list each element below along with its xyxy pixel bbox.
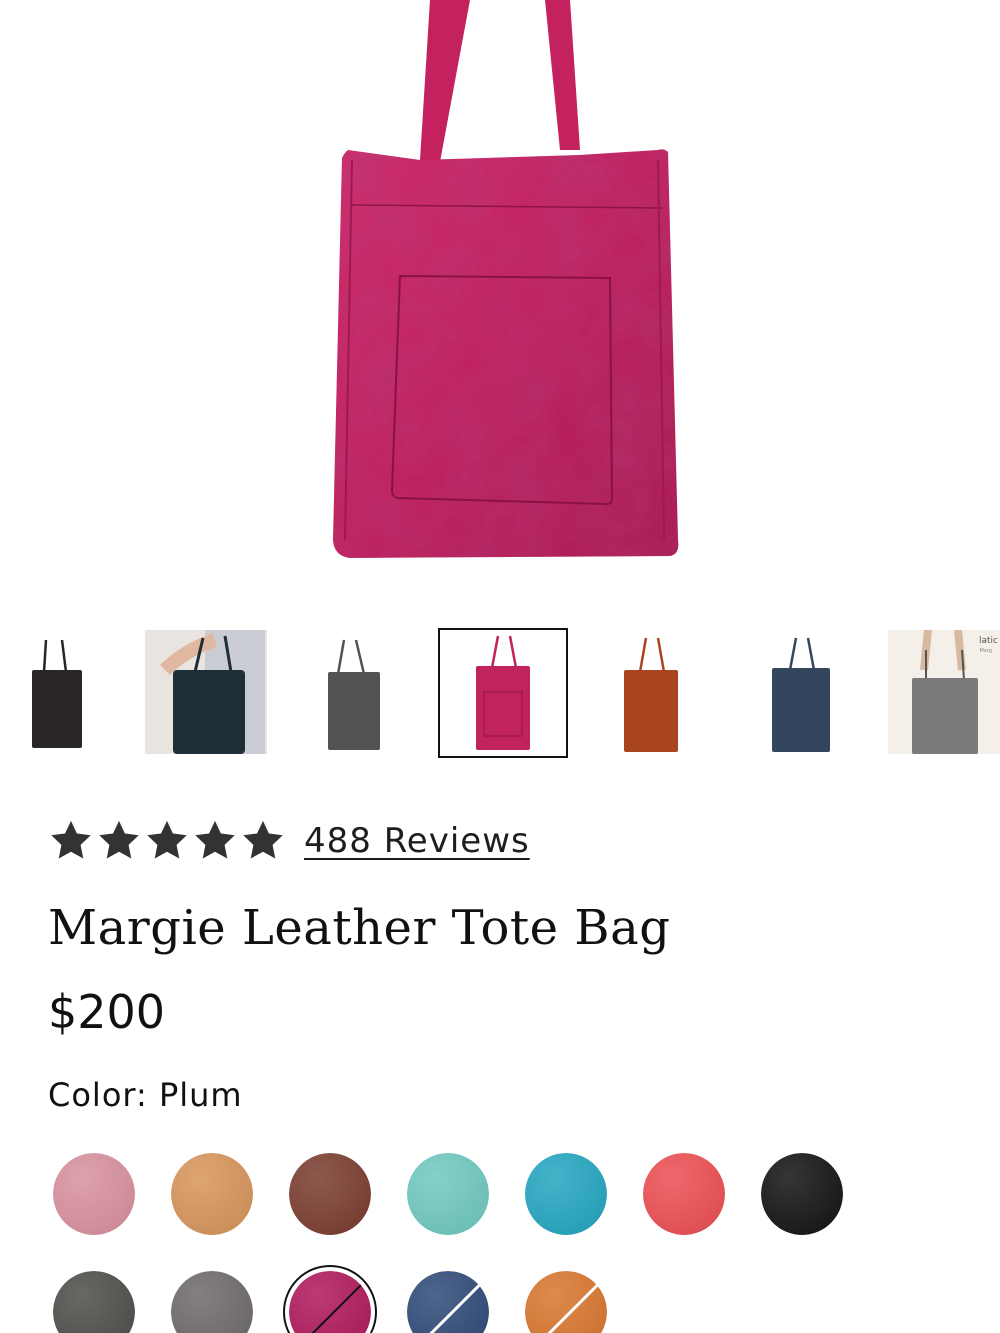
swatch-plum[interactable]: [283, 1265, 377, 1333]
black-tote-thumbnail: [0, 630, 122, 754]
swatch-teal[interactable]: [525, 1153, 607, 1235]
rust-tote-thumbnail: [590, 630, 712, 754]
swatch-orange[interactable]: [525, 1271, 607, 1333]
thumbnail-gray[interactable]: [290, 630, 412, 754]
navy-tote-thumbnail: [738, 630, 860, 754]
thumbnail-caption: latic: [979, 636, 998, 646]
thumbnail-rust[interactable]: [590, 630, 712, 754]
product-rating: 488 Reviews: [48, 816, 530, 866]
color-swatches: [0, 1150, 1000, 1333]
thumbnail-navy[interactable]: [738, 630, 860, 754]
star-rating: [48, 818, 286, 864]
star-icon: [147, 820, 187, 859]
swatch-navy[interactable]: [407, 1271, 489, 1333]
swatch-black[interactable]: [761, 1153, 843, 1235]
swatch-turquoise[interactable]: [407, 1153, 489, 1235]
thumbnail-navy-model[interactable]: [145, 630, 267, 754]
gray-tote-thumbnail: [290, 630, 412, 754]
product-title: Margie Leather Tote Bag: [48, 900, 671, 956]
swatch-brown[interactable]: [289, 1153, 371, 1235]
thumbnail-gray-model[interactable]: latic Marg: [888, 630, 1000, 754]
swatch-gray[interactable]: [171, 1271, 253, 1333]
swatch-tan[interactable]: [171, 1153, 253, 1235]
thumbnail-black[interactable]: [0, 630, 122, 754]
star-icon: [51, 820, 91, 859]
plum-tote-bag-image: [333, 0, 679, 559]
thumbnail-strip: latic Marg: [0, 628, 1000, 760]
thumbnail-plum[interactable]: [438, 628, 568, 758]
swatch-coral[interactable]: [643, 1153, 725, 1235]
star-icon: [195, 820, 235, 859]
star-icon: [99, 820, 139, 859]
hero-product-image[interactable]: [0, 0, 1000, 600]
thumbnail-caption-secondary: Marg: [979, 648, 992, 654]
swatch-pink[interactable]: [53, 1153, 135, 1235]
color-value: Plum: [158, 1076, 243, 1114]
product-price: $200: [48, 985, 166, 1039]
star-icon: [243, 820, 283, 859]
navy-tote-model-thumbnail: [145, 630, 267, 754]
plum-tote-thumbnail: [440, 630, 566, 756]
color-selector-label: Color: Plum: [48, 1076, 243, 1114]
color-label: Color:: [48, 1076, 148, 1114]
swatch-dark-gray[interactable]: [53, 1271, 135, 1333]
reviews-link[interactable]: 488 Reviews: [304, 821, 530, 861]
